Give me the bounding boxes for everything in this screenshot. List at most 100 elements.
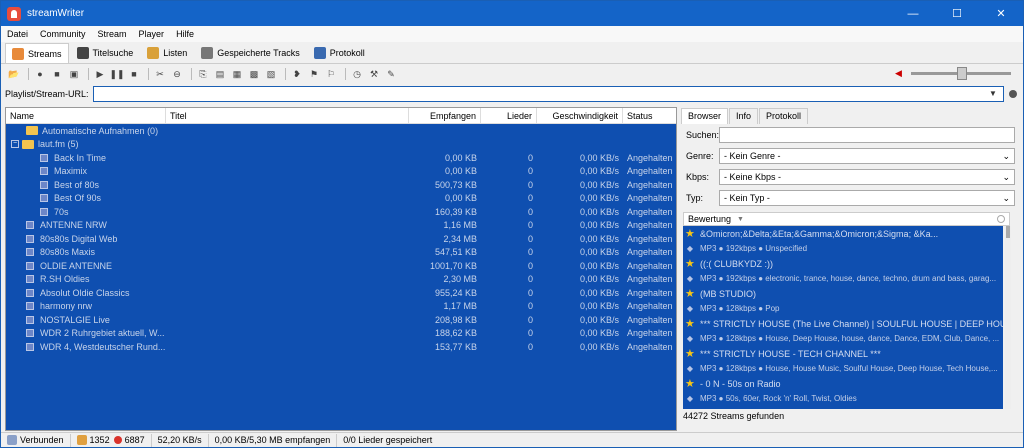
item-title-row: ★ *** STRICTLY HOUSE (The Live Channel) |…: [685, 316, 1003, 331]
tab-streams[interactable]: Streams: [5, 43, 69, 63]
column-songs[interactable]: Lieder: [481, 107, 537, 124]
copy-icon[interactable]: ⎘: [196, 67, 210, 81]
settings-icon[interactable]: ▩: [247, 67, 261, 81]
stream-icon: [26, 248, 34, 257]
tab-titelsuche[interactable]: Titelsuche: [71, 43, 140, 63]
stream-name: Back In Time: [54, 152, 107, 163]
cell-songs: 0: [527, 152, 533, 163]
save-icon[interactable]: ▣: [67, 67, 81, 81]
close-button[interactable]: ✕: [979, 1, 1023, 26]
cell-received: 0,00 KB: [444, 193, 477, 204]
stream-icon: [26, 275, 34, 284]
open-folder-icon[interactable]: ▤: [213, 67, 227, 81]
menu-community[interactable]: Community: [34, 29, 92, 39]
kbps-select[interactable]: - Keine Kbps - ⌄: [719, 169, 1015, 185]
search-input[interactable]: [719, 127, 1015, 143]
block-icon[interactable]: ⊖: [170, 67, 184, 81]
rate-icon[interactable]: ❥: [290, 67, 304, 81]
list-item[interactable]: ★ - 0 N - 50s on Radio ◆ MP3 ● 50s, 60er, R…: [683, 376, 1003, 406]
stream-url-input[interactable]: [92, 86, 1004, 102]
speaker-icon[interactable]: ◀: [895, 68, 905, 78]
scrollbar-thumb[interactable]: [1006, 226, 1010, 238]
genre-row: Genre: - Kein Genre - ⌄: [681, 148, 1019, 164]
tag-icon[interactable]: ✎: [384, 67, 398, 81]
column-speed[interactable]: Geschwindigkeit: [537, 107, 623, 124]
stream-icon: [40, 180, 48, 189]
list-item[interactable]: ★- 0 N - 50s on Radio: [683, 406, 1003, 409]
export-icon[interactable]: ▧: [264, 67, 278, 81]
browser-scrollbar[interactable]: [1005, 226, 1011, 409]
tab-listen[interactable]: Listen: [141, 43, 193, 63]
tab-gespeicherte-tracks[interactable]: Gespeicherte Tracks: [195, 43, 306, 63]
cell-status: Angehalten: [627, 260, 673, 271]
properties-icon[interactable]: ▦: [230, 67, 244, 81]
table-row[interactable]: Automatische Aufnahmen (0): [6, 124, 676, 138]
tab-protokoll-right[interactable]: Protokoll: [759, 108, 809, 124]
speed-value: 52,20 KB/s: [157, 435, 202, 445]
table-row[interactable]: OLDIE ANTENNE 1001,70 KB 0 0,00 KB/s Angehal…: [6, 259, 676, 273]
cell-status: Angehalten: [627, 206, 673, 217]
volume-slider-thumb[interactable]: [957, 66, 967, 80]
tune-icon[interactable]: ⚑: [307, 67, 321, 81]
maximize-button[interactable]: ☐: [935, 1, 979, 26]
table-row[interactable]: Best of 80s 500,73 KB 0 0,00 KB/s Angehalten: [6, 178, 676, 192]
type-select[interactable]: - Kein Typ - ⌄: [719, 190, 1015, 206]
title-bar[interactable]: streamWriter — ☐ ✕: [1, 1, 1023, 26]
column-title[interactable]: Titel: [166, 107, 409, 124]
menu-hilfe[interactable]: Hilfe: [170, 29, 200, 39]
tab-info[interactable]: Info: [729, 108, 759, 124]
menu-player[interactable]: Player: [133, 29, 171, 39]
list-item[interactable]: ★ *** STRICTLY HOUSE - TECH CHANNEL *** ◆ M…: [683, 346, 1003, 376]
cell-name: OLDIE ANTENNE: [6, 261, 166, 271]
table-row[interactable]: 70s 160,39 KB 0 0,00 KB/s Angehalten: [6, 205, 676, 219]
minimize-button[interactable]: —: [891, 1, 935, 26]
timer-icon[interactable]: ◷: [350, 67, 364, 81]
table-row[interactable]: ANTENNE NRW 1,16 MB 0 0,00 KB/s Angehalten: [6, 219, 676, 233]
item-meta: MP3 ● 128kbps ● Pop: [700, 303, 780, 313]
table-row[interactable]: Absolut Oldie Classics 955,24 KB 0 0,00 KB/…: [6, 286, 676, 300]
stop-icon[interactable]: ■: [127, 67, 141, 81]
column-received[interactable]: Empfangen: [409, 107, 481, 124]
pause-icon[interactable]: ❚❚: [109, 67, 124, 81]
cell-songs: 0: [527, 287, 533, 298]
table-row[interactable]: harmony nrw 1,17 MB 0 0,00 KB/s Angehalten: [6, 300, 676, 314]
play-icon[interactable]: ▶: [93, 67, 107, 81]
list-item[interactable]: ★ *** STRICTLY HOUSE (The Live Channel) |…: [683, 316, 1003, 346]
add-stream-icon[interactable]: 📂: [7, 67, 21, 81]
list-item[interactable]: ★ (MB STUDIO) ◆ MP3 ● 128kbps ● Pop: [683, 286, 1003, 316]
table-row[interactable]: WDR 4, Westdeutscher Rund... 153,77 KB 0 0,…: [6, 340, 676, 354]
tab-browser[interactable]: Browser: [681, 108, 729, 124]
collapse-icon[interactable]: −: [11, 140, 19, 149]
table-row[interactable]: WDR 2 Ruhrgebiet aktuell, W... 188,62 KB 0…: [6, 327, 676, 341]
chevron-down-icon[interactable]: ▼: [989, 89, 997, 98]
table-row[interactable]: NOSTALGIE Live 208,98 KB 0 0,00 KB/s Angehal…: [6, 313, 676, 327]
record-icon[interactable]: ●: [33, 67, 47, 81]
column-name[interactable]: Name: [6, 107, 166, 124]
table-row[interactable]: 80s80s Maxis 547,51 KB 0 0,00 KB/s Angehalte…: [6, 246, 676, 260]
menu-datei[interactable]: Datei: [1, 29, 34, 39]
table-row[interactable]: Maximix 0,00 KB 0 0,00 KB/s Angehalten: [6, 165, 676, 179]
menu-stream[interactable]: Stream: [92, 29, 133, 39]
tab-protokoll[interactable]: Protokoll: [308, 43, 371, 63]
table-row[interactable]: − laut.fm (5): [6, 138, 676, 152]
share-icon[interactable]: ⚐: [324, 67, 338, 81]
list-item[interactable]: ★ &Omicron;&Delta;&Eta;&Gamma;&Omicron;&S…: [683, 226, 1003, 256]
table-row[interactable]: 80s80s Digital Web 2,34 MB 0 0,00 KB/s Angeh…: [6, 232, 676, 246]
volume-slider[interactable]: [911, 66, 1011, 80]
tools-icon[interactable]: ⚒: [367, 67, 381, 81]
table-row[interactable]: Back In Time 0,00 KB 0 0,00 KB/s Angehalten: [6, 151, 676, 165]
column-status[interactable]: Status: [623, 108, 676, 124]
cell-speed: 0,00 KB/s: [579, 314, 619, 325]
cut-icon[interactable]: ✂: [153, 67, 167, 81]
sort-header[interactable]: Bewertung ▼: [683, 212, 1010, 226]
genre-select[interactable]: - Kein Genre - ⌄: [719, 148, 1015, 164]
table-row[interactable]: R.SH Oldies 2,30 MB 0 0,00 KB/s Angehalten: [6, 273, 676, 287]
stop-record-icon[interactable]: ■: [50, 67, 64, 81]
cell-received: 188,62 KB: [434, 328, 477, 339]
title-search-icon: [76, 47, 89, 59]
log-icon: [313, 47, 326, 59]
list-item[interactable]: ★ ((:( CLUBKYDZ :)) ◆ MP3 ● 192kbps ● elect…: [683, 256, 1003, 286]
table-row[interactable]: Best Of 90s 0,00 KB 0 0,00 KB/s Angehalten: [6, 192, 676, 206]
item-meta-row: ◆ MP3 ● 50s, 60er, Rock 'n' Roll, Twist, …: [685, 391, 1003, 405]
cell-received: 153,77 KB: [434, 341, 477, 352]
